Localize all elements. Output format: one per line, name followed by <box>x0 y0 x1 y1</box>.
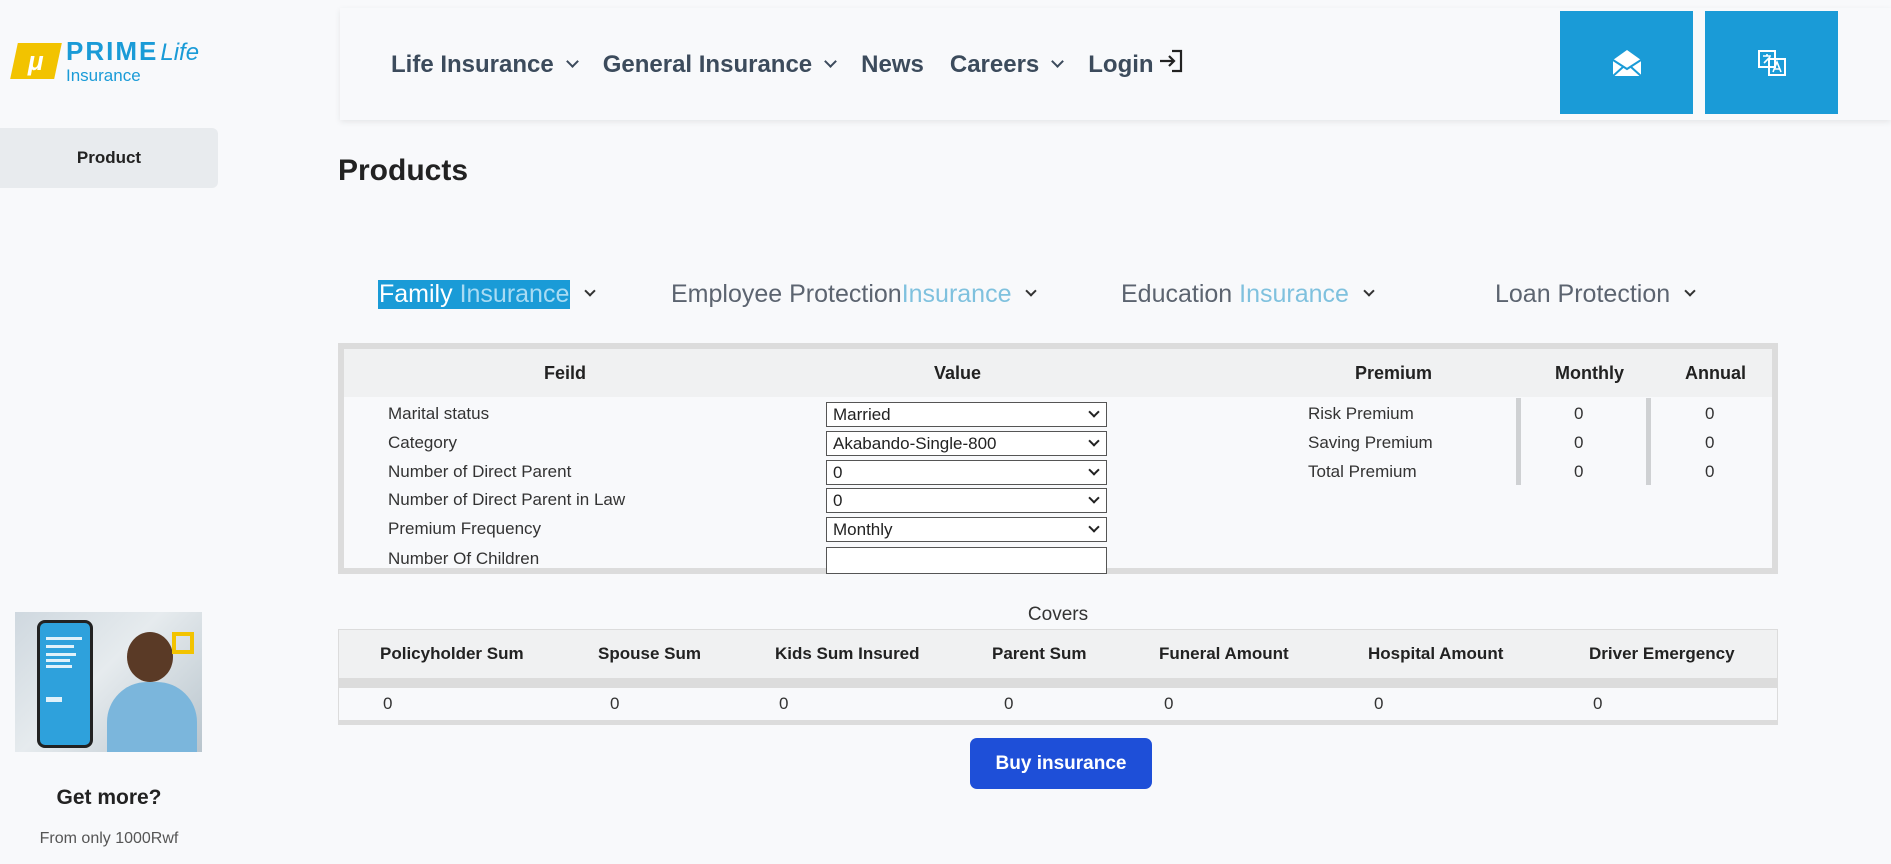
column-divider <box>1646 398 1651 485</box>
chevron-down-icon <box>1088 521 1100 533</box>
sidebar-item-product[interactable]: Product <box>0 128 218 188</box>
premium-label: Risk Premium <box>1308 404 1414 423</box>
brand-logo[interactable]: μ PRIME Life Insurance <box>10 36 214 85</box>
cover-header: Funeral Amount <box>1159 644 1289 663</box>
nav-careers[interactable]: Careers <box>950 51 1065 79</box>
cover-value: 0 <box>383 694 393 713</box>
category-select[interactable]: Akabando-Single-800 <box>826 431 1107 456</box>
children-count-input[interactable] <box>826 547 1107 574</box>
header-field: Feild <box>544 363 587 383</box>
main-nav: Life Insurance General Insurance News Ca… <box>391 48 1210 81</box>
mail-open-icon <box>1611 49 1642 77</box>
chevron-down-icon <box>1088 492 1100 504</box>
chevron-down-icon <box>824 55 838 68</box>
language-button[interactable] <box>1705 11 1838 114</box>
cover-value: 0 <box>1004 694 1014 713</box>
chevron-down-icon <box>565 55 579 68</box>
cover-header: Policyholder Sum <box>380 644 524 663</box>
saving-annual-value: 0 <box>1705 433 1715 452</box>
chevron-down-icon <box>1684 285 1696 297</box>
premium-label: Saving Premium <box>1308 433 1433 452</box>
total-annual-value: 0 <box>1705 462 1715 481</box>
field-label: Number Of Children <box>388 549 540 568</box>
field-label: Marital status <box>388 404 490 423</box>
header-value: Value <box>934 363 982 383</box>
chevron-down-icon <box>1025 285 1038 297</box>
chevron-down-icon <box>584 285 597 297</box>
cover-value: 0 <box>1593 694 1603 713</box>
tab-loan-protection[interactable]: Loan Protection <box>1495 276 1696 312</box>
chevron-down-icon <box>1051 55 1065 68</box>
brand-sub: Insurance <box>66 66 141 85</box>
header-annual: Annual <box>1685 363 1746 383</box>
tab-education-insurance[interactable]: Education Insurance <box>1121 276 1375 312</box>
total-monthly-value: 0 <box>1574 462 1584 481</box>
promo-subtext: From only 1000Rwf <box>39 830 179 847</box>
saving-monthly-value: 0 <box>1574 433 1584 452</box>
cover-value: 0 <box>779 694 789 713</box>
brand-script: Life <box>160 39 200 66</box>
chevron-down-icon <box>1088 464 1100 476</box>
chevron-down-icon <box>1088 406 1100 418</box>
risk-monthly-value: 0 <box>1574 404 1584 423</box>
chevron-down-icon <box>1363 285 1375 297</box>
premium-label: Total Premium <box>1308 462 1417 481</box>
direct-parent-select[interactable]: 0 <box>826 460 1107 485</box>
cover-header: Kids Sum Insured <box>775 644 920 663</box>
promo-heading: Get more? <box>56 786 162 809</box>
field-label: Number of Direct Parent <box>388 462 572 481</box>
page-title: Products <box>338 154 469 187</box>
logo-mark-icon: μ <box>10 43 62 79</box>
product-tabs: Family Insurance Employee ProtectionInsu… <box>378 276 1708 312</box>
nav-life-insurance[interactable]: Life Insurance <box>391 51 579 79</box>
promo-image <box>15 612 202 752</box>
risk-annual-value: 0 <box>1705 404 1715 423</box>
cover-header: Driver Emergency <box>1589 644 1735 663</box>
covers-table: Policyholder Sum Spouse Sum Kids Sum Ins… <box>338 629 1778 725</box>
chevron-down-icon <box>1088 435 1100 447</box>
premium-calculator: Feild Value Premium Monthly Annual Marit… <box>338 343 1778 574</box>
buy-insurance-button[interactable]: Buy insurance <box>970 738 1152 789</box>
covers-title: Covers <box>1027 604 1089 625</box>
marital-status-select[interactable]: Married <box>826 402 1107 427</box>
field-label: Category <box>388 433 457 452</box>
nav-news[interactable]: News <box>861 51 924 79</box>
login-icon <box>1158 48 1184 81</box>
tab-family-insurance[interactable]: Family Insurance <box>378 276 597 312</box>
translate-icon <box>1757 49 1786 76</box>
cover-header: Spouse Sum <box>598 644 701 663</box>
nav-login[interactable]: Login <box>1088 48 1183 81</box>
tab-employee-protection[interactable]: Employee ProtectionInsurance <box>671 276 1038 312</box>
cover-value: 0 <box>1374 694 1384 713</box>
contact-mail-button[interactable] <box>1560 11 1693 114</box>
cover-header: Parent Sum <box>992 644 1087 663</box>
field-label: Premium Frequency <box>388 519 542 538</box>
header-monthly: Monthly <box>1555 363 1624 383</box>
cover-value: 0 <box>610 694 620 713</box>
cover-value: 0 <box>1164 694 1174 713</box>
brand-name: PRIME <box>66 36 159 66</box>
nav-general-insurance[interactable]: General Insurance <box>603 51 838 79</box>
header-premium: Premium <box>1355 363 1433 383</box>
column-divider <box>1516 398 1521 485</box>
parent-in-law-select[interactable]: 0 <box>826 488 1107 513</box>
premium-frequency-select[interactable]: Monthly <box>826 517 1107 542</box>
cover-header: Hospital Amount <box>1368 644 1504 663</box>
top-navbar: Life Insurance General Insurance News Ca… <box>340 8 1891 120</box>
field-label: Number of Direct Parent in Law <box>388 490 626 509</box>
